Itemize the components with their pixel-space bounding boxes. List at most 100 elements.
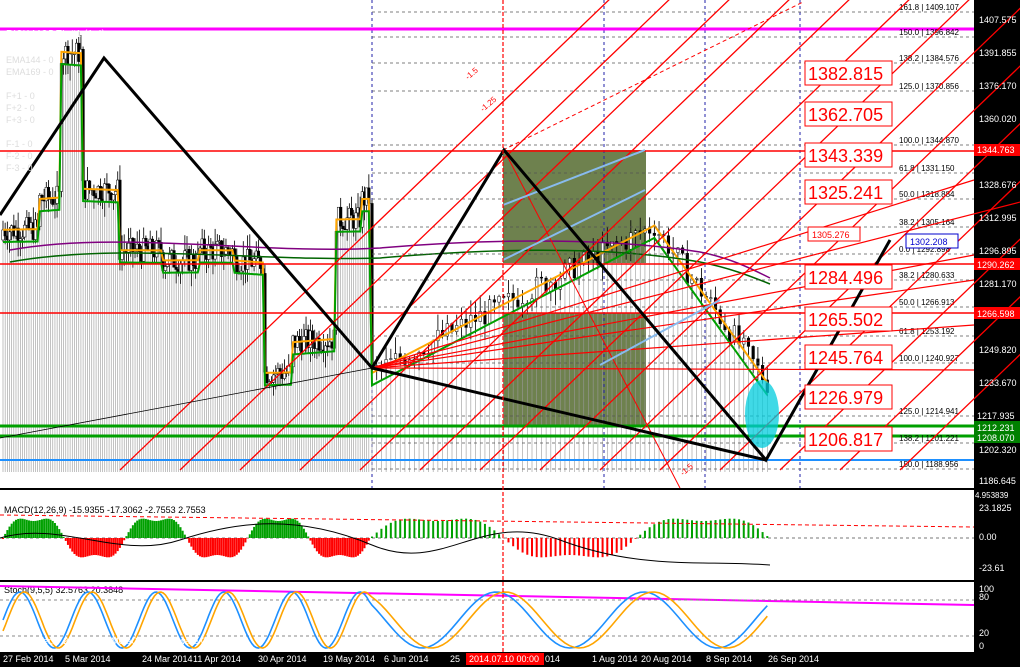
candle-body [46,187,51,199]
indicator-label: EMA144 - 0 [6,55,54,65]
macd-bar [263,518,266,538]
fib-level-label: 150.0 | 1188.956 [899,460,959,469]
macd-bar [17,518,20,538]
macd-bar [140,518,143,538]
macd-bar [333,538,336,556]
chart-header: XAUUSDm,Daily 1222.529 1231.113 1212.306… [3,3,255,14]
small-price-label: 1302.208 [910,237,948,247]
macd-bar [634,538,637,539]
macd-bar [315,538,318,552]
candle-body [746,337,751,347]
macd-bar [196,538,199,555]
macd-bar [540,538,543,558]
macd-bar [658,521,661,538]
macd-bar [335,538,338,556]
candle-body [709,297,713,299]
macd-bar [157,520,160,538]
candle-body [349,208,354,216]
macd-bar [361,538,364,552]
time-axis-label: 8 Sep 2014 [706,654,752,664]
macd-bar [389,522,392,538]
macd-bar [153,520,156,538]
macd-bar [131,525,134,538]
macd-bar [587,538,590,557]
macd-bar [568,538,571,556]
candle-body [624,240,628,250]
candle-body [497,296,501,303]
macd-bar [188,538,191,543]
macd-bar [244,538,247,543]
macd-bar [460,518,463,538]
macd-bar [103,538,106,557]
macd-bar [127,532,130,538]
macd-bar [367,538,370,541]
macd-bar [160,520,163,538]
macd-bar [108,538,111,558]
macd-bar [455,519,458,538]
candle-body [120,249,124,260]
macd-bar [339,538,342,556]
macd-bar [521,538,524,553]
macd-bar [21,518,24,538]
candle-body [202,238,206,255]
candle-body [111,194,115,201]
macd-bar [592,538,595,558]
price-axis-label: 1296.895 [979,246,1017,256]
candle-body [282,373,286,379]
mt4-chart-window[interactable]: 161.8 | 1409.107 150.0 | 1396.842 138.2 | … [0,0,1020,667]
macd-bar [344,538,347,556]
macd-bar [352,538,355,558]
macd-bar [625,538,628,547]
price-axis-label: 1233.670 [979,378,1017,388]
candle-body [629,232,633,250]
candle-body [492,299,496,303]
macd-bar [151,520,154,538]
macd-bar [446,520,449,538]
candle-body [393,353,398,359]
macd-bar [12,521,15,538]
macd-bar [86,538,89,557]
price-chart[interactable]: 161.8 | 1409.107150.0 | 1396.842138.2 | … [0,0,1020,667]
macd-bar [385,525,388,538]
macd-bar [164,519,167,538]
macd-bar [766,536,769,538]
macd-bar [237,538,240,553]
macd-bar [162,519,165,538]
macd-bar [69,538,72,549]
macd-bar [207,538,210,557]
macd-bar [272,520,275,538]
macd-bar [413,518,416,538]
macd-bar [19,518,22,538]
macd-bar [23,519,26,538]
indicator-label: EMA169 - 0 [6,67,54,77]
macd-bar [648,527,651,538]
macd-bar [233,538,236,557]
time-axis-label: 19 May 2014 [323,654,375,664]
macd-bar [179,527,182,538]
chart-symbol: XAUUSDm,Daily [3,3,79,14]
macd-bar [399,519,402,538]
macd-bar [149,520,152,538]
stoch-axis-label: 0 [979,641,984,651]
macd-bar [371,536,373,538]
price-axis-label: 1407.575 [979,15,1017,25]
macd-bar [324,538,327,558]
macd-bar [255,523,258,538]
candle-body [3,229,7,237]
indicator-label: F-2 - 0 [6,151,33,161]
macd-bar [320,538,323,556]
time-axis-label: 11 Apr 2014 [193,654,241,664]
price-target-label: 1245.764 [808,348,883,368]
macd-bar [177,524,180,538]
macd-bar [38,519,41,538]
fib-level-label: 100.0 | 1344.870 [899,136,959,145]
price-axis-label: 1290.262 [977,260,1015,270]
macd-bar [705,520,708,538]
price-axis-label: 1266.598 [977,309,1015,319]
macd-bar [218,538,221,556]
highlight-ellipse [745,380,779,448]
candle-body [568,257,572,264]
macd-bar [307,536,310,538]
macd-bar [498,534,501,538]
macd-bar [346,538,349,557]
